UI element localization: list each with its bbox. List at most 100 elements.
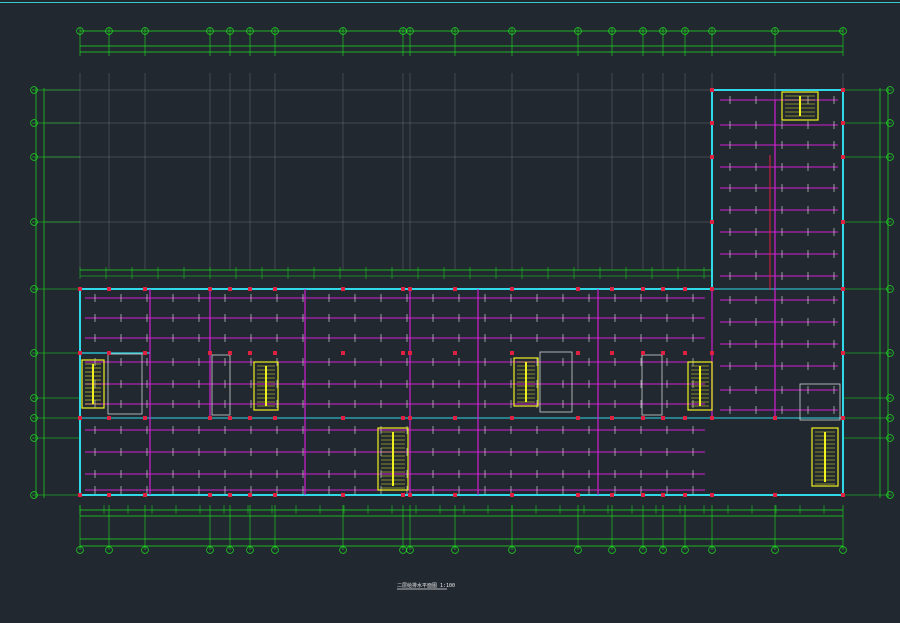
column — [610, 287, 614, 291]
column — [228, 493, 232, 497]
column — [401, 351, 405, 355]
column — [248, 351, 252, 355]
column — [773, 416, 777, 420]
column — [273, 416, 277, 420]
column — [683, 416, 687, 420]
column — [710, 287, 714, 291]
column — [773, 493, 777, 497]
column — [401, 416, 405, 420]
column — [510, 416, 514, 420]
plumbing-pipes — [85, 96, 838, 495]
column — [143, 287, 147, 291]
column — [228, 351, 232, 355]
column — [273, 287, 277, 291]
axis-bubbles — [30, 27, 894, 554]
core-room — [641, 354, 663, 416]
column — [273, 351, 277, 355]
column — [641, 493, 645, 497]
column — [78, 287, 82, 291]
stair-rail — [824, 432, 826, 482]
column — [610, 493, 614, 497]
column — [208, 493, 212, 497]
column — [641, 351, 645, 355]
column — [641, 287, 645, 291]
column — [273, 493, 277, 497]
column — [510, 493, 514, 497]
column — [683, 287, 687, 291]
column — [641, 416, 645, 420]
column — [710, 121, 714, 125]
column — [228, 287, 232, 291]
column — [208, 287, 212, 291]
column — [841, 121, 845, 125]
stair-rail — [392, 432, 394, 486]
column — [576, 416, 580, 420]
column — [408, 287, 412, 291]
column — [408, 493, 412, 497]
column — [841, 416, 845, 420]
column — [661, 287, 665, 291]
floor-plan-drawing[interactable]: 二层给排水平面图 1:100 — [0, 0, 900, 623]
column — [107, 287, 111, 291]
column — [841, 155, 845, 159]
column — [341, 416, 345, 420]
column — [228, 416, 232, 420]
column — [248, 416, 252, 420]
drawing-title: 二层给排水平面图 1:100 — [397, 582, 455, 589]
column — [107, 351, 111, 355]
column — [107, 493, 111, 497]
stair-rail — [525, 362, 527, 402]
column — [710, 351, 714, 355]
column — [248, 287, 252, 291]
column — [710, 220, 714, 224]
column — [683, 493, 687, 497]
stair-rail — [699, 366, 701, 406]
column — [143, 351, 147, 355]
column — [710, 416, 714, 420]
column — [408, 351, 412, 355]
column — [710, 493, 714, 497]
column — [841, 287, 845, 291]
column — [401, 287, 405, 291]
column — [683, 351, 687, 355]
column — [576, 493, 580, 497]
column — [408, 416, 412, 420]
column — [610, 416, 614, 420]
column — [143, 416, 147, 420]
core-room — [211, 354, 231, 416]
column — [453, 493, 457, 497]
column — [661, 493, 665, 497]
column — [401, 493, 405, 497]
column — [661, 351, 665, 355]
columns — [78, 88, 845, 497]
stair-rail — [265, 366, 267, 406]
column — [661, 416, 665, 420]
column — [453, 351, 457, 355]
stair-rail — [799, 96, 801, 116]
column — [576, 351, 580, 355]
column — [510, 287, 514, 291]
column — [107, 416, 111, 420]
column — [453, 287, 457, 291]
outer-wall-lower — [79, 289, 844, 496]
column — [841, 351, 845, 355]
column — [710, 88, 714, 92]
column — [453, 416, 457, 420]
column — [341, 493, 345, 497]
column — [341, 351, 345, 355]
column — [208, 416, 212, 420]
column — [710, 155, 714, 159]
stair-rail — [92, 364, 94, 404]
column — [208, 351, 212, 355]
column — [576, 287, 580, 291]
core-room — [539, 351, 573, 413]
column — [78, 493, 82, 497]
column — [248, 493, 252, 497]
column — [841, 493, 845, 497]
column — [841, 220, 845, 224]
column — [143, 493, 147, 497]
column — [78, 351, 82, 355]
building-walls — [79, 89, 844, 496]
column — [78, 416, 82, 420]
column — [341, 287, 345, 291]
